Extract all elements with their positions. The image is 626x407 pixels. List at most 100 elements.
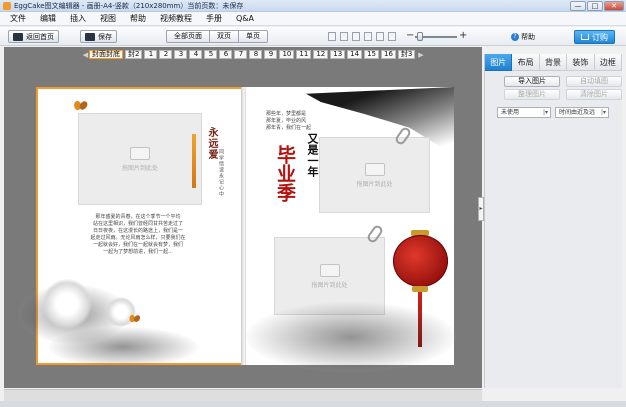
zoom-in-button[interactable]: +: [459, 30, 467, 42]
tab-layout[interactable]: 布局: [512, 54, 540, 71]
title-bar: EggCake图文编辑器 - 画册-A4-竖款（210x280mm）当前页数：未…: [0, 0, 626, 12]
lotus-flower-decoration: [42, 279, 92, 329]
page-tab-6[interactable]: 6: [219, 50, 233, 59]
page-strip: ◀ 封面封底 封2 1 2 3 4 5 6 7 8 9 10 11 12 13 …: [82, 50, 424, 59]
page-tab-8[interactable]: 8: [249, 50, 263, 59]
panel-tabs: 图片 布局 背景 装饰 边框: [485, 54, 623, 71]
page-tab-16[interactable]: 16: [381, 50, 396, 59]
sort-order-select[interactable]: 时间由近及远: [555, 107, 609, 118]
view-mode-group: 全部页面 双页 单页: [166, 30, 268, 43]
right-black-title: 又是一年: [306, 133, 319, 177]
zoom-slider-knob[interactable]: [417, 32, 424, 41]
small-butterfly-decoration: [129, 315, 140, 323]
maximize-button[interactable]: □: [587, 1, 603, 11]
layout-icon-2[interactable]: [340, 32, 348, 41]
photo-action-buttons: 导入图片 自动填图 整理图片 清除图片: [504, 76, 622, 100]
photo-slot-right-top[interactable]: 拖图片到此处: [319, 137, 430, 213]
left-vertical-title: 永远爱: [206, 127, 217, 160]
editor-workspace[interactable]: ◀ 封面封底 封2 1 2 3 4 5 6 7 8 9 10 11 12 13 …: [4, 47, 482, 388]
save-button[interactable]: 保存: [80, 30, 117, 43]
usage-filter-select[interactable]: 未使用: [497, 107, 551, 118]
menu-edit[interactable]: 编辑: [40, 13, 56, 24]
menu-view[interactable]: 视图: [100, 13, 116, 24]
photo-placeholder-text: 拖图片到此处: [311, 281, 348, 289]
layout-icon-6[interactable]: [388, 32, 396, 41]
page-tab-2[interactable]: 2: [159, 50, 173, 59]
page-tab-cover[interactable]: 封面封底: [89, 50, 123, 59]
view-single-page-button[interactable]: 单页: [238, 30, 268, 43]
right-red-title: 毕业季: [274, 145, 296, 202]
app-logo-icon: [3, 2, 11, 10]
left-page[interactable]: 拖图片到此处 永远爱 同学情谊永记心中 那年盛夏的青春，在这个季节一个平均 站在…: [18, 87, 243, 367]
organize-photos-button[interactable]: 整理图片: [504, 89, 560, 100]
menu-bar: 文件 编辑 插入 视图 帮助 视频教程 手册 Q&A: [0, 12, 626, 26]
page-spread[interactable]: 拖图片到此处 永远爱 同学情谊永记心中 那年盛夏的青春，在这个季节一个平均 站在…: [18, 87, 456, 372]
menu-file[interactable]: 文件: [10, 13, 26, 24]
tab-photos[interactable]: 图片: [485, 54, 513, 71]
tab-decoration[interactable]: 装饰: [567, 54, 595, 71]
red-lantern-decoration: [393, 235, 448, 287]
horizontal-scrollbar[interactable]: [4, 389, 482, 401]
save-label: 保存: [98, 32, 112, 41]
page-tab-1[interactable]: 1: [144, 50, 158, 59]
auto-fill-button[interactable]: 自动填图: [566, 76, 622, 87]
butterfly-decoration: [74, 101, 88, 111]
page-tab-cover2[interactable]: 封2: [125, 50, 143, 59]
photo-slot-left[interactable]: 拖图片到此处: [78, 113, 202, 205]
page-tab-cover3[interactable]: 封3: [397, 50, 416, 59]
layout-icon-3[interactable]: [352, 32, 360, 41]
view-all-pages-button[interactable]: 全部页面: [166, 30, 210, 43]
ink-hill-decoration: [246, 302, 456, 372]
status-bar: [0, 401, 626, 407]
photo-placeholder-icon: [319, 263, 340, 277]
close-button[interactable]: ✕: [604, 1, 624, 11]
page-tab-3[interactable]: 3: [174, 50, 188, 59]
back-home-button[interactable]: 返回首页: [8, 30, 59, 43]
zoom-out-button[interactable]: −: [406, 30, 414, 42]
menu-insert[interactable]: 插入: [70, 13, 86, 24]
ink-ground-decoration: [48, 327, 198, 367]
layout-icon-5[interactable]: [376, 32, 384, 41]
page-tab-14[interactable]: 14: [347, 50, 363, 59]
right-panel: 图片 布局 背景 装饰 边框 导入图片 自动填图 整理图片 清除图片 未使用 时…: [484, 54, 623, 388]
help-icon: ?: [511, 33, 519, 41]
right-page[interactable]: 那些年，梦里都是 那年夏，毕业的风 那年青，我们在一起 又是一年 毕业季 拖图片…: [246, 87, 456, 372]
tab-background[interactable]: 背景: [539, 54, 568, 71]
back-home-label: 返回首页: [26, 32, 54, 41]
page-tab-9[interactable]: 9: [264, 50, 278, 59]
cart-icon: [581, 34, 589, 40]
minimize-button[interactable]: —: [570, 1, 586, 11]
page-tab-15[interactable]: 15: [364, 50, 379, 59]
home-icon: [13, 32, 23, 41]
left-paragraph: 那年盛夏的青春，在这个季节一个平均 站在这里相识，我们曾经同甘共苦走过了 日日夜…: [90, 214, 186, 255]
page-tab-7[interactable]: 7: [234, 50, 248, 59]
menu-video-tutorial[interactable]: 视频教程: [160, 13, 192, 24]
page-tab-12[interactable]: 12: [313, 50, 329, 59]
toolbar: 返回首页 保存 全部页面 双页 单页 − + ? 帮助 订购: [0, 27, 626, 46]
tab-border[interactable]: 边框: [594, 54, 623, 71]
page-tab-13[interactable]: 13: [330, 50, 346, 59]
page-tab-11[interactable]: 11: [296, 50, 312, 59]
page-strip-left-arrow[interactable]: ◀: [82, 51, 89, 59]
view-double-page-button[interactable]: 双页: [209, 30, 239, 43]
import-photos-button[interactable]: 导入图片: [504, 76, 560, 87]
save-icon: [85, 32, 95, 41]
page-tab-10[interactable]: 10: [279, 50, 295, 59]
layout-icon-1[interactable]: [328, 32, 336, 41]
clear-photos-button[interactable]: 清除图片: [566, 89, 622, 100]
left-small-vertical-text: 同学情谊永记心中: [218, 149, 224, 197]
layout-icon-4[interactable]: [364, 32, 372, 41]
order-button[interactable]: 订购: [574, 30, 615, 44]
help-button[interactable]: ? 帮助: [511, 32, 535, 42]
page-tab-4[interactable]: 4: [189, 50, 203, 59]
photo-placeholder-text: 拖图片到此处: [356, 180, 393, 188]
page-strip-right-arrow[interactable]: ▶: [417, 51, 424, 59]
orange-ribbon-decoration: [192, 134, 196, 188]
menu-manual[interactable]: 手册: [206, 13, 222, 24]
menu-qa[interactable]: Q&A: [236, 14, 254, 23]
photo-placeholder-icon: [130, 146, 150, 160]
menu-help[interactable]: 帮助: [130, 13, 146, 24]
page-tab-5[interactable]: 5: [204, 50, 218, 59]
order-label: 订购: [592, 32, 608, 42]
window-controls: — □ ✕: [570, 1, 624, 11]
